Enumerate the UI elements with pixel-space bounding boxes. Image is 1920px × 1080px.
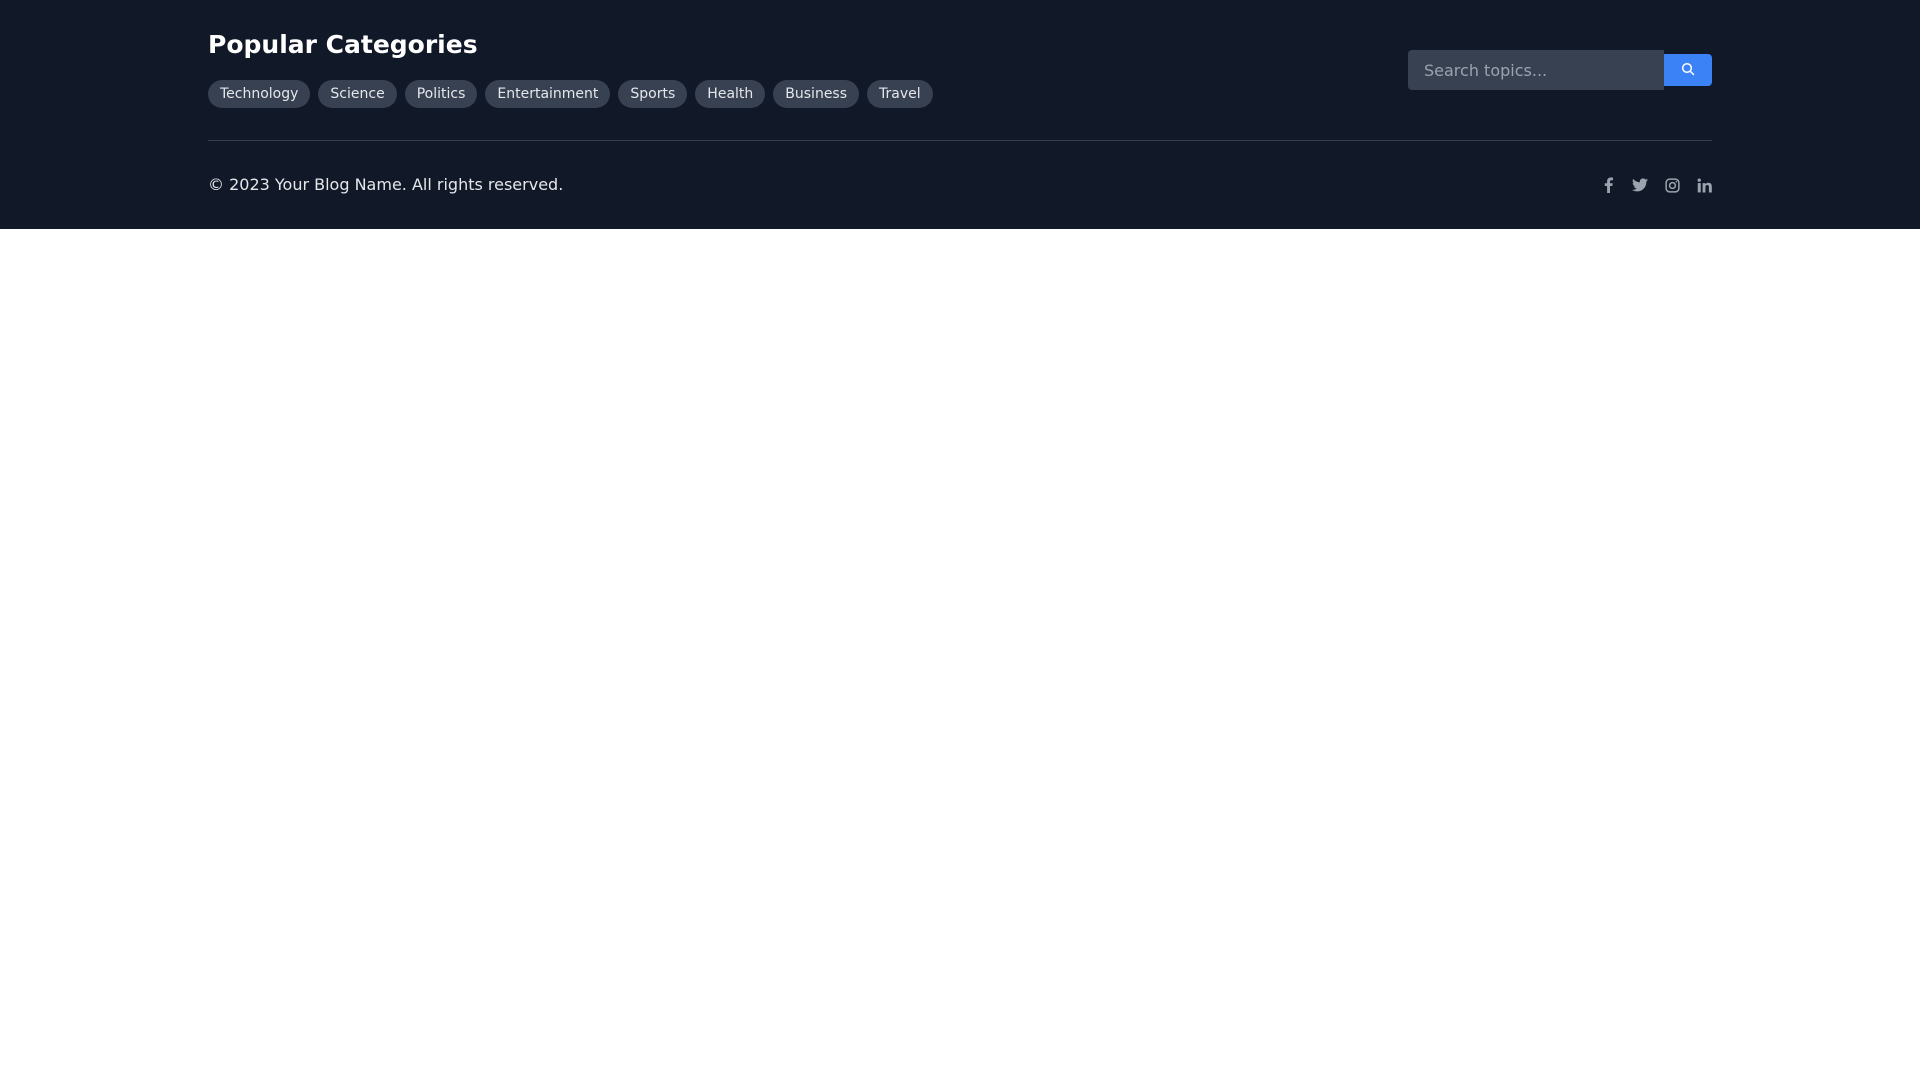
tag-sports[interactable]: Sports — [618, 80, 688, 108]
site-footer: Popular Categories Technology Science Po… — [0, 0, 1920, 229]
categories-title: Popular Categories — [208, 30, 478, 59]
footer-top-row: Popular Categories Technology Science Po… — [208, 0, 1712, 141]
instagram-icon[interactable] — [1664, 176, 1680, 194]
tag-business[interactable]: Business — [773, 80, 860, 108]
search-form — [1408, 50, 1712, 90]
tag-entertainment[interactable]: Entertainment — [485, 80, 611, 108]
tag-health[interactable]: Health — [695, 80, 766, 108]
search-input[interactable] — [1408, 50, 1664, 90]
category-tags: Technology Science Politics Entertainmen… — [208, 80, 933, 108]
facebook-icon[interactable] — [1600, 176, 1616, 194]
tag-science[interactable]: Science — [318, 80, 397, 108]
tag-technology[interactable]: Technology — [208, 80, 311, 108]
social-links — [1600, 176, 1712, 194]
twitter-icon[interactable] — [1632, 176, 1648, 194]
footer-bottom-row: © 2023 Your Blog Name. All rights reserv… — [208, 141, 1712, 229]
copyright-text: © 2023 Your Blog Name. All rights reserv… — [208, 175, 564, 194]
search-icon — [1681, 62, 1695, 79]
tag-politics[interactable]: Politics — [404, 80, 478, 108]
search-button[interactable] — [1664, 54, 1712, 86]
tag-travel[interactable]: Travel — [867, 80, 933, 108]
linkedin-icon[interactable] — [1696, 176, 1712, 194]
footer-container: Popular Categories Technology Science Po… — [208, 0, 1712, 229]
